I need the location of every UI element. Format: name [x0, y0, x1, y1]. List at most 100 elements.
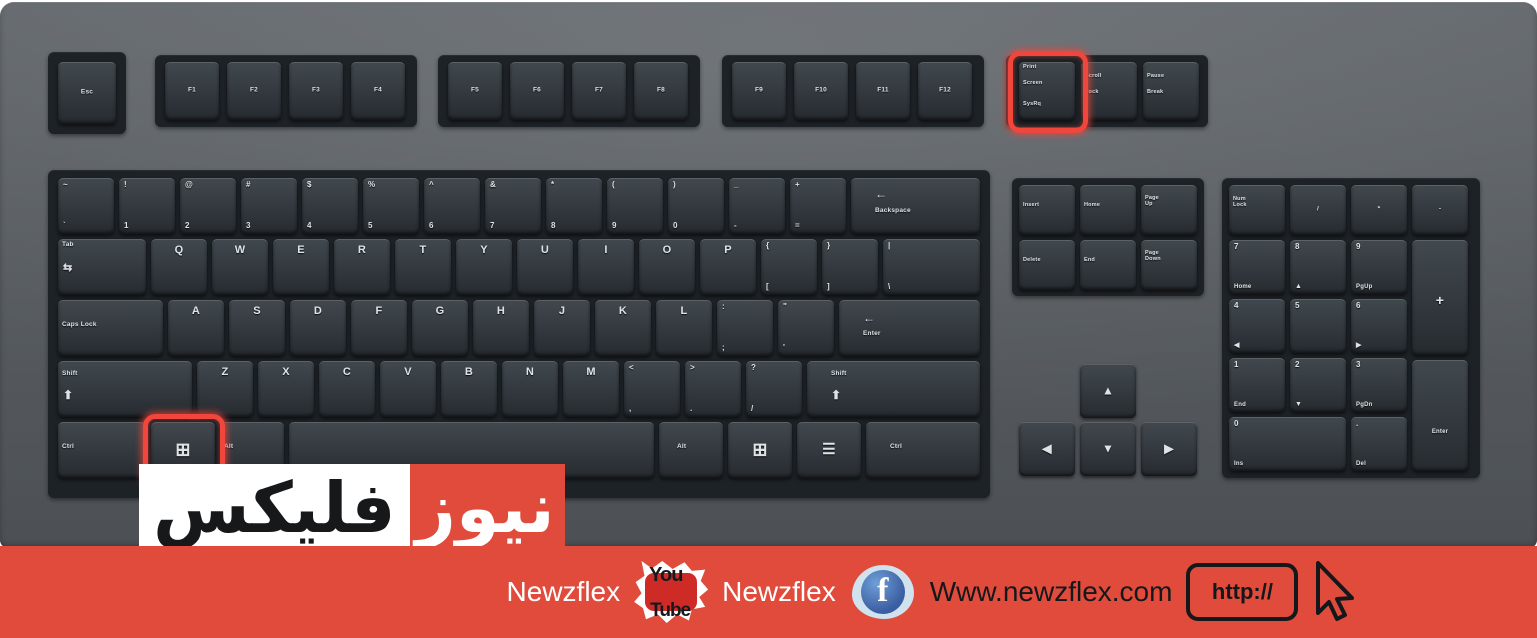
- key-backtick[interactable]: ~ `: [58, 178, 114, 234]
- key-2[interactable]: @ 2: [180, 178, 236, 234]
- key-insert[interactable]: Insert: [1019, 185, 1075, 235]
- key-scroll-lock[interactable]: Scroll Lock: [1081, 62, 1137, 120]
- key-f7[interactable]: F7: [572, 62, 626, 120]
- key-numpad-decimal[interactable]: . Del: [1351, 417, 1407, 471]
- key-f11[interactable]: F11: [856, 62, 910, 120]
- key-t[interactable]: T: [395, 239, 451, 295]
- key-f6[interactable]: F6: [510, 62, 564, 120]
- key-semicolon[interactable]: : ;: [717, 300, 773, 356]
- key-g[interactable]: G: [412, 300, 468, 356]
- key-r[interactable]: R: [334, 239, 390, 295]
- key-arrow-down[interactable]: ▼: [1080, 422, 1136, 476]
- key-z[interactable]: Z: [197, 361, 253, 417]
- key-minus[interactable]: _ -: [729, 178, 785, 234]
- key-numpad-3[interactable]: 3 PgDn: [1351, 358, 1407, 412]
- key-n[interactable]: N: [502, 361, 558, 417]
- key-numpad-1[interactable]: 1 End: [1229, 358, 1285, 412]
- key-5[interactable]: % 5: [363, 178, 419, 234]
- key-shift-right[interactable]: Shift ⬆: [807, 361, 980, 417]
- key-8[interactable]: * 8: [546, 178, 602, 234]
- key-equals[interactable]: + =: [790, 178, 846, 234]
- key-page-up[interactable]: Page Up: [1141, 185, 1197, 235]
- key-x[interactable]: X: [258, 361, 314, 417]
- key-q[interactable]: Q: [151, 239, 207, 295]
- key-w[interactable]: W: [212, 239, 268, 295]
- key-numpad-5[interactable]: 5: [1290, 299, 1346, 353]
- key-k[interactable]: K: [595, 300, 651, 356]
- key-numpad-6[interactable]: 6 ▶: [1351, 299, 1407, 353]
- key-numpad-8[interactable]: 8 ▲: [1290, 240, 1346, 294]
- key-f4[interactable]: F4: [351, 62, 405, 120]
- key-arrow-left[interactable]: ◀: [1019, 422, 1075, 476]
- key-numpad-4[interactable]: 4 ◀: [1229, 299, 1285, 353]
- key-slash[interactable]: ? /: [746, 361, 802, 417]
- key-d[interactable]: D: [290, 300, 346, 356]
- key-comma[interactable]: < ,: [624, 361, 680, 417]
- key-s[interactable]: S: [229, 300, 285, 356]
- key-delete[interactable]: Delete: [1019, 240, 1075, 290]
- key-f3[interactable]: F3: [289, 62, 343, 120]
- key-win-right[interactable]: ⊞: [728, 422, 792, 478]
- key-alt-right[interactable]: Alt: [659, 422, 723, 478]
- key-numpad-plus[interactable]: +: [1412, 240, 1468, 355]
- key-numpad-0[interactable]: 0 Ins: [1229, 417, 1346, 471]
- key-f[interactable]: F: [351, 300, 407, 356]
- key-enter[interactable]: ← Enter: [839, 300, 980, 356]
- key-menu[interactable]: ☰: [797, 422, 861, 478]
- key-f10[interactable]: F10: [794, 62, 848, 120]
- key-backspace[interactable]: ← Backspace: [851, 178, 980, 234]
- key-quote[interactable]: " ': [778, 300, 834, 356]
- key-arrow-right[interactable]: ▶: [1141, 422, 1197, 476]
- key-h[interactable]: H: [473, 300, 529, 356]
- key-backslash[interactable]: | \: [883, 239, 980, 295]
- key-numpad-9[interactable]: 9 PgUp: [1351, 240, 1407, 294]
- key-shift-left[interactable]: Shift ⬆: [58, 361, 192, 417]
- key-u[interactable]: U: [517, 239, 573, 295]
- key-p[interactable]: P: [700, 239, 756, 295]
- key-y[interactable]: Y: [456, 239, 512, 295]
- key-print-screen[interactable]: Print Screen SysRq: [1019, 62, 1075, 120]
- key-f12[interactable]: F12: [918, 62, 972, 120]
- key-7[interactable]: & 7: [485, 178, 541, 234]
- key-arrow-up[interactable]: ▲: [1080, 364, 1136, 418]
- key-end[interactable]: End: [1080, 240, 1136, 290]
- key-l[interactable]: L: [656, 300, 712, 356]
- key-numpad-multiply[interactable]: *: [1351, 185, 1407, 235]
- key-ctrl-right[interactable]: Ctrl: [866, 422, 980, 478]
- key-f9[interactable]: F9: [732, 62, 786, 120]
- key-1[interactable]: ! 1: [119, 178, 175, 234]
- key-9[interactable]: ( 9: [607, 178, 663, 234]
- key-ctrl-left[interactable]: Ctrl: [58, 422, 146, 478]
- key-home[interactable]: Home: [1080, 185, 1136, 235]
- key-numpad-minus[interactable]: -: [1412, 185, 1468, 235]
- key-i[interactable]: I: [578, 239, 634, 295]
- key-numpad-divide[interactable]: /: [1290, 185, 1346, 235]
- key-f8[interactable]: F8: [634, 62, 688, 120]
- key-f2[interactable]: F2: [227, 62, 281, 120]
- key-numpad-enter[interactable]: Enter: [1412, 360, 1468, 471]
- key-j[interactable]: J: [534, 300, 590, 356]
- key-bracket-right[interactable]: } ]: [822, 239, 878, 295]
- key-3[interactable]: # 3: [241, 178, 297, 234]
- key-numpad-2[interactable]: 2 ▼: [1290, 358, 1346, 412]
- key-pause-break[interactable]: Pause Break: [1143, 62, 1199, 120]
- key-tab[interactable]: Tab ⇆: [58, 239, 146, 295]
- key-4[interactable]: $ 4: [302, 178, 358, 234]
- key-a[interactable]: A: [168, 300, 224, 356]
- key-num-lock[interactable]: Num Lock: [1229, 185, 1285, 235]
- key-v[interactable]: V: [380, 361, 436, 417]
- key-e[interactable]: E: [273, 239, 329, 295]
- key-o[interactable]: O: [639, 239, 695, 295]
- key-f5[interactable]: F5: [448, 62, 502, 120]
- key-m[interactable]: M: [563, 361, 619, 417]
- key-escape[interactable]: Esc: [58, 62, 116, 124]
- key-b[interactable]: B: [441, 361, 497, 417]
- website-url[interactable]: Www.newzflex.com: [930, 576, 1173, 608]
- key-c[interactable]: C: [319, 361, 375, 417]
- key-0[interactable]: ) 0: [668, 178, 724, 234]
- key-period[interactable]: > .: [685, 361, 741, 417]
- key-bracket-left[interactable]: { [: [761, 239, 817, 295]
- key-caps-lock[interactable]: Caps Lock: [58, 300, 163, 356]
- key-f1[interactable]: F1: [165, 62, 219, 120]
- key-numpad-7[interactable]: 7 Home: [1229, 240, 1285, 294]
